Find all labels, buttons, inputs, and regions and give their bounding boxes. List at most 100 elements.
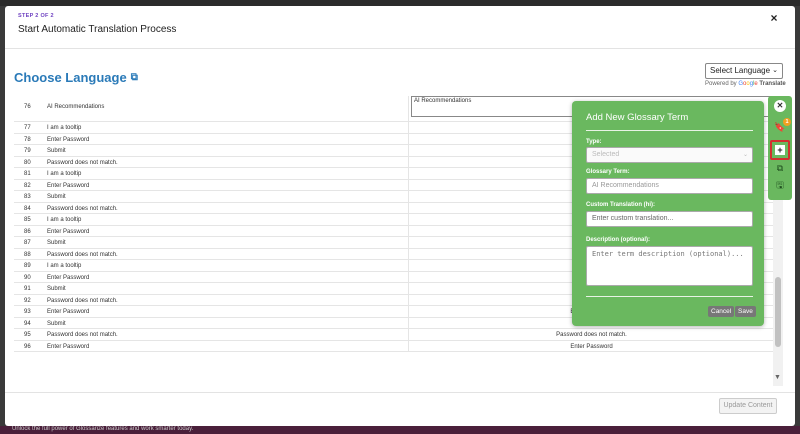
type-select[interactable]: Selected ⌄ xyxy=(586,147,753,163)
row-number: 90 xyxy=(24,274,31,281)
source-text: Submit xyxy=(47,320,66,327)
row-number: 76 xyxy=(24,104,31,110)
column-divider xyxy=(408,96,409,121)
row-number: 89 xyxy=(24,263,31,269)
save-button[interactable]: Save xyxy=(735,306,756,317)
column-divider xyxy=(408,133,409,144)
row-number: 86 xyxy=(24,228,31,235)
column-divider xyxy=(408,202,409,213)
column-divider xyxy=(408,260,409,271)
glossary-panel-title: Add New Glossary Term xyxy=(586,112,689,123)
row-number: 87 xyxy=(24,240,31,246)
column-divider xyxy=(408,237,409,248)
column-divider xyxy=(408,225,409,236)
source-text: I am a tooltip xyxy=(47,125,82,131)
glossary-divider-bottom xyxy=(586,296,753,297)
header-divider xyxy=(5,48,795,49)
source-text: AI Recommendations xyxy=(47,104,105,110)
column-divider xyxy=(408,145,409,156)
source-text: Submit xyxy=(47,148,66,154)
source-text: I am a tooltip xyxy=(47,217,82,223)
toolbar-close-icon[interactable]: ✕ xyxy=(774,100,786,112)
column-divider xyxy=(408,283,409,294)
backdrop-bottom: Unlock the full power of Glossarize feat… xyxy=(0,426,800,434)
row-number: 81 xyxy=(24,171,31,177)
type-label: Type: xyxy=(586,139,602,145)
chevron-down-icon: ⌄ xyxy=(772,67,778,74)
column-divider xyxy=(408,214,409,225)
source-text: Submit xyxy=(47,286,66,292)
column-divider xyxy=(408,294,409,305)
modal-title: Start Automatic Translation Process xyxy=(18,24,177,35)
source-text: I am a tooltip xyxy=(47,171,82,177)
powered-prefix: Powered by xyxy=(705,81,737,87)
source-text: Enter Password xyxy=(47,136,90,143)
language-select[interactable]: Select Language ⌄ xyxy=(705,63,783,79)
column-divider xyxy=(408,271,409,282)
copy-icon[interactable]: ⧉ xyxy=(774,162,786,174)
glossary-term-input[interactable]: AI Recommendations xyxy=(586,178,753,194)
row-number: 82 xyxy=(24,182,31,189)
source-text: Enter Password xyxy=(47,343,90,350)
column-divider xyxy=(408,122,409,133)
source-text: I am a tooltip xyxy=(47,263,82,269)
save-icon[interactable]: 🖫 xyxy=(774,179,786,191)
glossary-toolbar: ✕ 🔖 1 + ⧉ 🖫 xyxy=(768,96,792,200)
glossary-divider xyxy=(586,130,753,131)
row-number: 77 xyxy=(24,125,31,131)
row-number: 92 xyxy=(24,297,31,304)
row-number: 93 xyxy=(24,309,31,315)
language-select-value: Select Language xyxy=(710,66,771,75)
table-row: 96 Enter Password Enter Password xyxy=(14,340,773,352)
column-divider xyxy=(408,179,409,190)
row-number: 78 xyxy=(24,136,31,143)
source-text: Password does not match. xyxy=(47,159,118,166)
type-select-value: Selected xyxy=(592,151,620,158)
row-number: 95 xyxy=(24,332,31,338)
column-divider xyxy=(408,329,409,340)
description-textarea[interactable]: Enter term description (optional)... xyxy=(586,246,753,286)
modal-close-button[interactable]: × xyxy=(767,10,781,26)
source-text: Password does not match. xyxy=(47,251,118,258)
column-divider xyxy=(408,317,409,328)
translation-text[interactable]: Password does not match. xyxy=(414,332,769,338)
powered-by-google: Powered by Google Translate xyxy=(705,81,786,87)
choose-language-heading: Choose Language ⧉ xyxy=(14,70,138,85)
source-text: Password does not match. xyxy=(47,297,118,304)
column-divider xyxy=(408,340,409,351)
row-number: 80 xyxy=(24,159,31,166)
source-text: Enter Password xyxy=(47,182,90,189)
description-label: Description (optional): xyxy=(586,237,650,243)
table-row: 95 Password does not match. Password does … xyxy=(14,329,773,341)
custom-translation-input[interactable]: Enter custom translation... xyxy=(586,211,753,227)
row-number: 83 xyxy=(24,194,31,200)
glossary-panel: Add New Glossary Term Type: Selected ⌄ G… xyxy=(572,101,764,326)
update-content-button[interactable]: Update Content xyxy=(719,398,777,414)
row-number: 79 xyxy=(24,148,31,154)
source-text: Submit xyxy=(47,240,66,246)
source-text: Password does not match. xyxy=(47,332,118,338)
source-text: Submit xyxy=(47,194,66,200)
scrollbar-thumb[interactable] xyxy=(775,277,781,347)
translate-icon: ⧉ xyxy=(130,72,138,83)
scroll-down-icon[interactable]: ▼ xyxy=(774,374,781,381)
source-text: Password does not match. xyxy=(47,205,118,212)
column-divider xyxy=(408,191,409,202)
glossary-term-label: Glossary Term: xyxy=(586,169,630,175)
row-number: 94 xyxy=(24,320,31,327)
row-number: 91 xyxy=(24,286,31,292)
custom-translation-label: Custom Translation (hi): xyxy=(586,202,655,208)
step-indicator: STEP 2 OF 2 xyxy=(18,13,54,19)
chevron-down-icon: ⌄ xyxy=(742,152,748,158)
row-number: 88 xyxy=(24,251,31,258)
cancel-button[interactable]: Cancel xyxy=(708,306,735,317)
column-divider xyxy=(408,306,409,317)
notification-badge: 1 xyxy=(783,118,791,126)
source-text: Enter Password xyxy=(47,309,90,315)
translate-word: Translate xyxy=(759,81,786,87)
footer-divider xyxy=(5,392,795,393)
row-number: 85 xyxy=(24,217,31,223)
translation-text[interactable]: Enter Password xyxy=(414,344,769,350)
add-term-button[interactable]: + xyxy=(770,140,790,160)
row-number: 84 xyxy=(24,205,31,212)
